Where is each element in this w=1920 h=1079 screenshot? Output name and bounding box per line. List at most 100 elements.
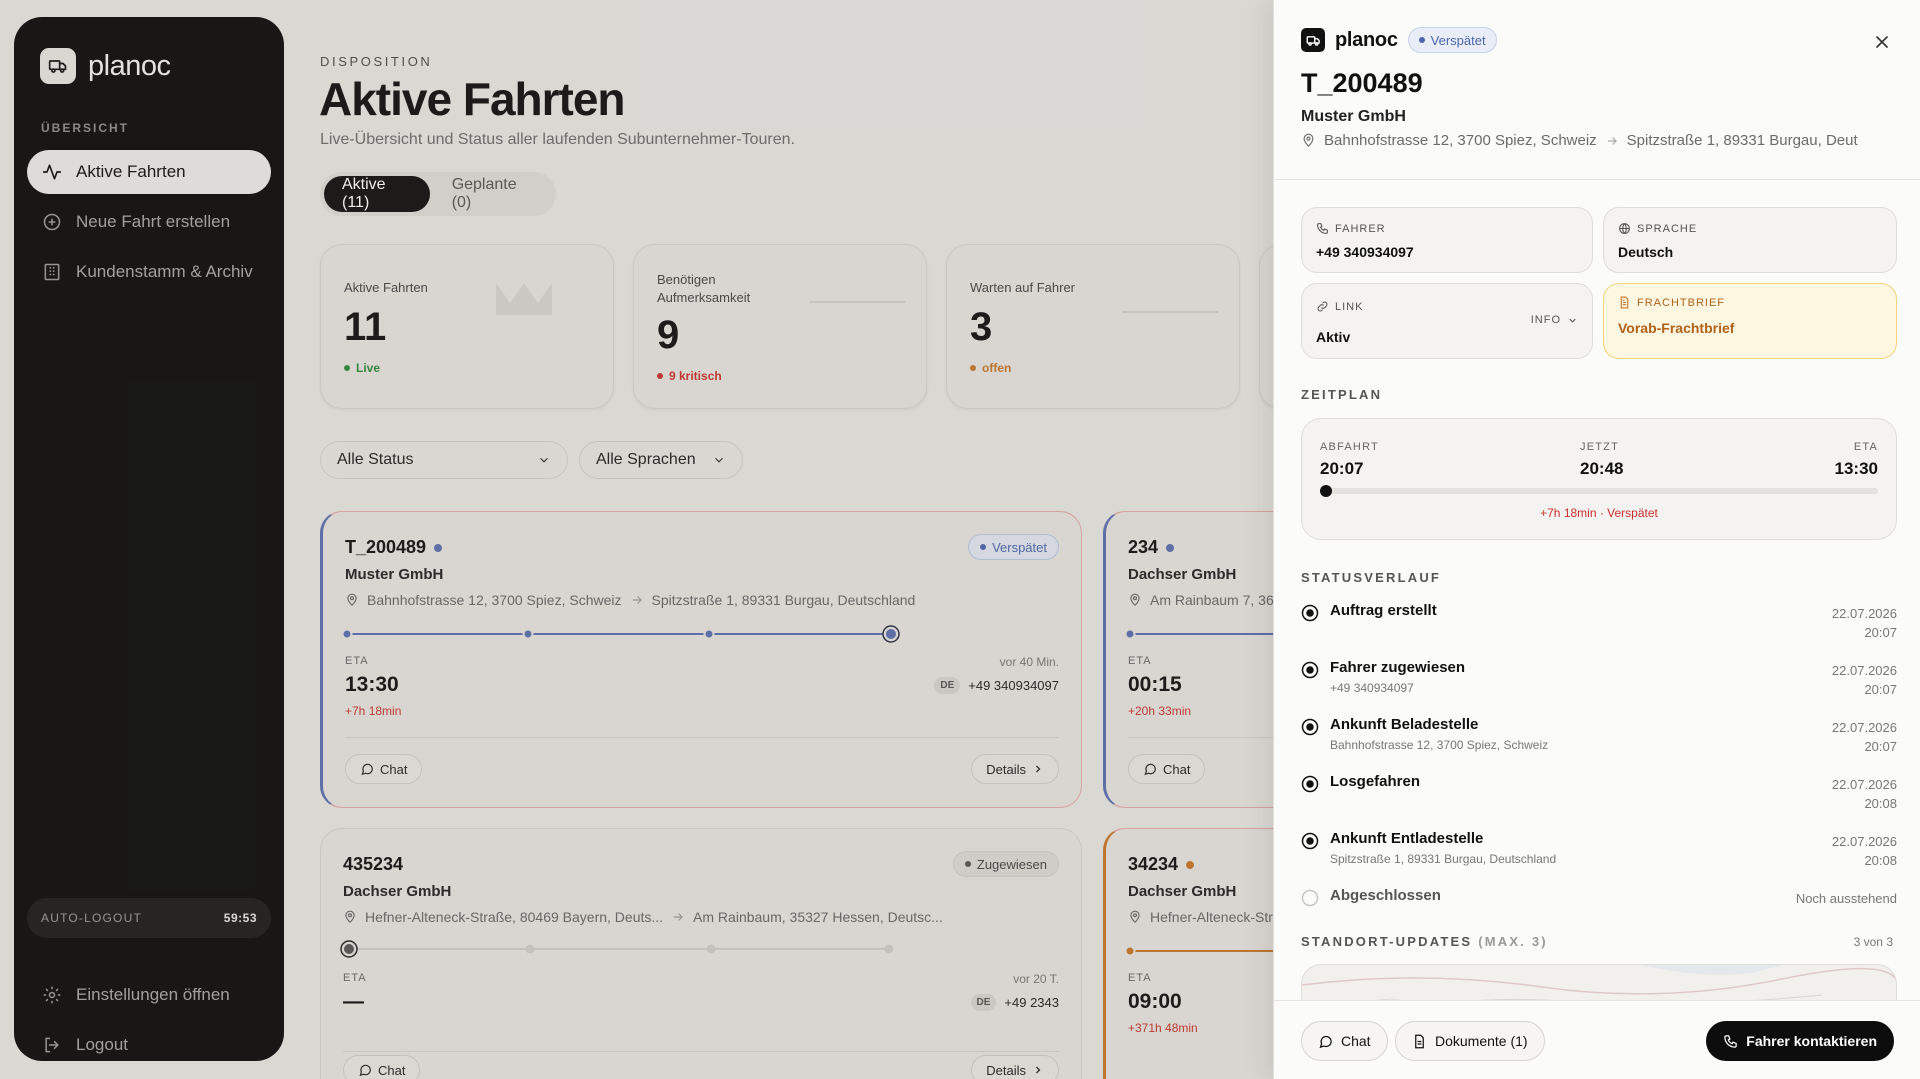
history-name: Fahrer zugewiesen: [1330, 659, 1466, 676]
chat-icon: [359, 1064, 371, 1077]
sidebar-item-label: Kundenstamm & Archiv: [76, 262, 253, 281]
contact-driver-button[interactable]: Fahrer kontaktieren: [1706, 1021, 1894, 1061]
trip-id-text: T_200489: [345, 537, 427, 557]
logout-button[interactable]: Logout: [27, 1023, 271, 1067]
globe-icon: [1619, 223, 1630, 234]
panel-trip-id: T_200489: [1301, 68, 1423, 98]
check-circle-icon: [1301, 604, 1319, 622]
sidebar-item-active-trips[interactable]: Aktive Fahrten: [27, 150, 271, 194]
phone-icon: [1317, 223, 1328, 234]
freight-label-text: FRACHTBRIEF: [1637, 296, 1725, 309]
trip-card[interactable]: T_200489 Verspätet Muster GmbH Bahnhofst…: [320, 511, 1082, 808]
language-filter[interactable]: Alle Sprachen: [579, 441, 743, 479]
language-value: Deutsch: [1618, 244, 1674, 260]
documents-button[interactable]: Dokumente (1): [1395, 1021, 1545, 1061]
trip-route: Bahnhofstrasse 12, 3700 Spiez, Schweiz S…: [345, 592, 915, 608]
driver-label: FAHRER: [1316, 222, 1386, 235]
status-dot: [1186, 860, 1195, 869]
trip-id: 34234: [1128, 854, 1195, 875]
eta-label: ETA: [345, 655, 369, 667]
route-from: Bahnhofstrasse 12, 3700 Spiez, Schweiz: [367, 592, 622, 608]
link-icon: [1317, 301, 1328, 312]
link-label-text: LINK: [1335, 300, 1364, 313]
check-circle-icon: [1301, 661, 1319, 679]
trip-company: Dachser GmbH: [1128, 883, 1237, 900]
panel-footer: Chat Dokumente (1) Fahrer kontaktieren: [1274, 1000, 1920, 1079]
status-badge-text: Verspätet: [992, 539, 1047, 555]
now-label: JETZT: [1580, 441, 1619, 453]
location-title-text: STANDORT-UPDATES: [1301, 934, 1473, 949]
status-badge: Verspätet: [968, 534, 1059, 560]
auto-logout-time: 59:53: [223, 911, 257, 925]
sidebar-section-label: ÜBERSICHT: [41, 121, 130, 135]
history-time: 20:08: [1864, 796, 1897, 811]
route-to: Am Rainbaum, 35327 Hessen, Deutsc...: [693, 909, 943, 925]
freight-box[interactable]: FRACHTBRIEF Vorab-Frachtbrief: [1603, 283, 1897, 359]
truck-icon: [1301, 28, 1325, 52]
history-detail: Bahnhofstrasse 12, 3700 Spiez, Schweiz: [1330, 738, 1549, 752]
stat-status: Live: [344, 361, 380, 375]
auto-logout-label: AUTO-LOGOUT: [41, 911, 142, 925]
truck-icon: [40, 48, 76, 84]
status-dot: [964, 861, 971, 867]
location-title: STANDORT-UPDATES (MAX. 3): [1301, 934, 1548, 949]
chat-button[interactable]: Chat: [1301, 1021, 1388, 1061]
route-from: Bahnhofstrasse 12, 3700 Spiez, Schweiz: [1324, 132, 1597, 149]
chat-button[interactable]: Chat: [345, 754, 423, 784]
sidebar-item-new-trip[interactable]: Neue Fahrt erstellen: [27, 200, 271, 244]
trip-id: 234: [1128, 537, 1175, 558]
sidebar: planoc ÜBERSICHT Aktive Fahrten Neue Fah…: [14, 17, 284, 1061]
stat-status: 9 kritisch: [657, 369, 722, 383]
stat-value: 9: [657, 313, 680, 357]
tab-active[interactable]: Aktive (11): [324, 176, 430, 212]
sidebar-item-customers-archive[interactable]: Kundenstamm & Archiv: [27, 250, 271, 294]
stat-card-attention: Benötigen Aufmerksamkeit 9 9 kritisch: [633, 244, 927, 409]
history-date: 22.07.2026 20:07: [1832, 718, 1897, 756]
settings-label: Einstellungen öffnen: [76, 985, 230, 1004]
schedule-title: ZEITPLAN: [1301, 387, 1383, 402]
language-badge: DE: [970, 994, 997, 1011]
map-pin-icon: [1130, 593, 1140, 607]
documents-label: Dokumente (1): [1435, 1033, 1528, 1049]
chat-label: Chat: [380, 761, 408, 777]
sidebar-item-label: Neue Fahrt erstellen: [76, 212, 231, 231]
trip-card[interactable]: 234 Dachser GmbH Am Rainbaum 7, 361 ETA …: [1103, 511, 1275, 808]
trip-id-text: 435234: [343, 854, 404, 874]
close-icon[interactable]: [1872, 32, 1892, 52]
info-dropdown[interactable]: INFO: [1531, 314, 1578, 326]
trip-route: Am Rainbaum 7, 361: [1128, 592, 1275, 608]
trip-card[interactable]: 34234 Dachser GmbH Hefner-Alteneck-Stra …: [1103, 828, 1275, 1079]
now-time: 20:48: [1580, 459, 1624, 478]
trip-tabs: Aktive (11) Geplante (0): [320, 172, 556, 216]
status-filter[interactable]: Alle Status: [320, 441, 568, 479]
arrow-right-icon: [632, 596, 642, 604]
tab-planned[interactable]: Geplante (0): [434, 176, 552, 212]
map-pin-icon: [347, 593, 357, 607]
status-dot: [434, 543, 443, 552]
details-button[interactable]: Details: [971, 1055, 1059, 1079]
brand-logo[interactable]: planoc: [40, 48, 171, 84]
chat-button[interactable]: Chat: [1128, 754, 1206, 784]
plus-circle-icon: [43, 213, 61, 231]
history-time: 20:07: [1864, 682, 1897, 697]
eta-label: ETA: [343, 972, 367, 984]
arrow-right-icon: [673, 913, 683, 921]
eta-delay: +7h 18min: [345, 704, 402, 718]
details-label: Details: [986, 1062, 1026, 1078]
freight-value: Vorab-Frachtbrief: [1618, 320, 1735, 336]
trip-card[interactable]: 435234 Zugewiesen Dachser GmbH Hefner-Al…: [320, 828, 1082, 1079]
driver-box[interactable]: FAHRER +49 340934097: [1301, 207, 1593, 273]
chevron-right-icon: [1036, 765, 1041, 773]
link-label: LINK: [1316, 300, 1363, 313]
panel-brand: planoc: [1335, 28, 1398, 51]
eta-value: 13:30: [345, 673, 399, 696]
check-circle-icon: [1301, 832, 1319, 850]
check-circle-icon: [1301, 718, 1319, 736]
settings-button[interactable]: Einstellungen öffnen: [27, 973, 271, 1017]
divider: [345, 737, 1059, 738]
divider: [343, 1051, 1059, 1052]
details-button[interactable]: Details: [971, 754, 1059, 784]
chat-button[interactable]: Chat: [343, 1055, 421, 1079]
phone-icon: [1724, 1034, 1738, 1048]
status-badge: Zugewiesen: [952, 851, 1059, 877]
